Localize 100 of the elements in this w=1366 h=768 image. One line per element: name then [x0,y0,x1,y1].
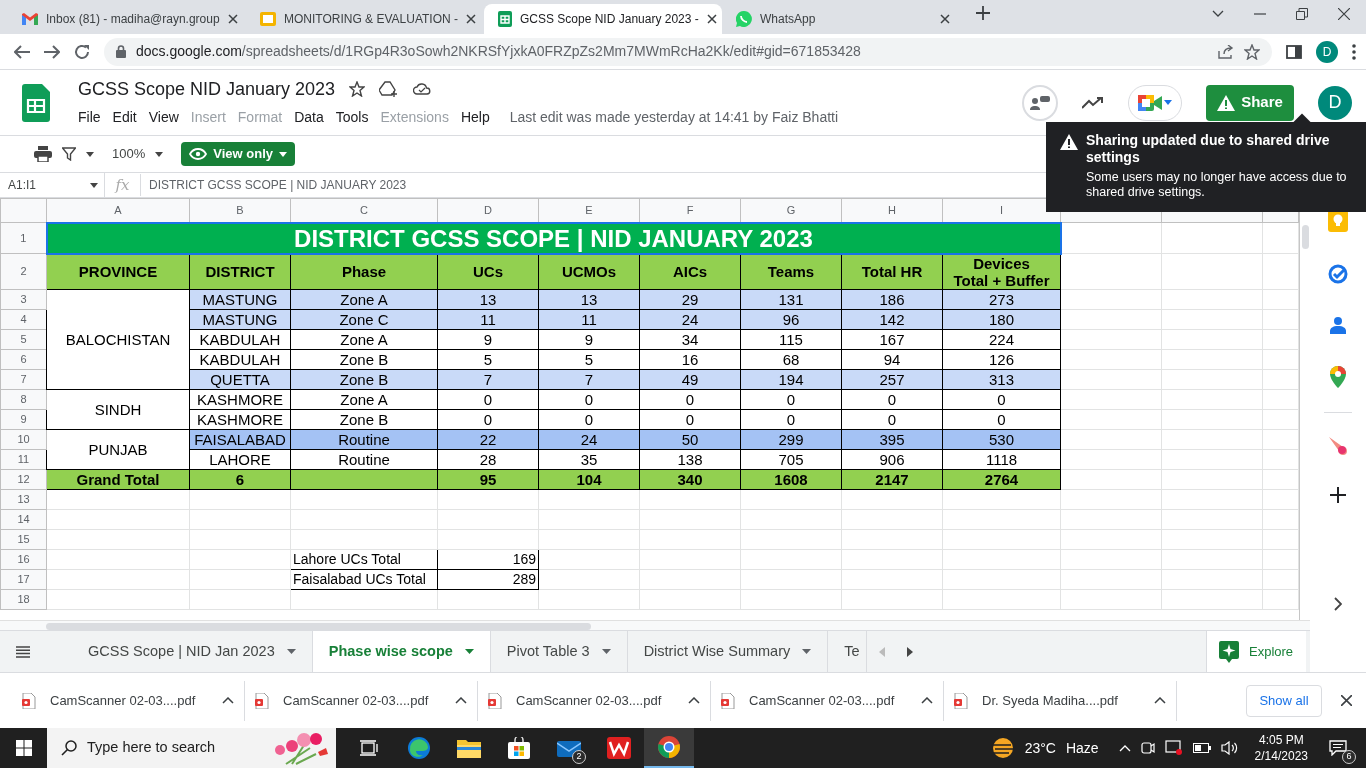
cloud-icon[interactable] [413,83,432,95]
column-header[interactable]: H [841,198,943,223]
person-icon[interactable] [1330,316,1346,334]
menu-item[interactable]: Edit [106,104,143,130]
windows-start-icon[interactable] [16,740,32,756]
address-bar[interactable]: docs.google.com/spreadsheets/d/1RGp4R3oSowh2NKRSfYjxkA0FRZpZs2Mm7MWmRcHa2Kk/edit#gid=671853428 [104,37,1272,66]
comments-button[interactable] [1022,84,1058,121]
reload-icon[interactable] [74,43,90,60]
document-title[interactable]: GCSS Scope NID January 2023 [78,75,336,103]
row-header[interactable]: 14 [0,509,47,530]
close-icon[interactable] [466,14,477,24]
sheet-tab[interactable]: District Wise Summary [627,631,829,672]
comet-icon[interactable] [1329,437,1347,455]
browser-tab[interactable]: GCSS Scope NID January 2023 - [484,4,722,34]
menu-item[interactable]: File [72,104,107,130]
sheet-tab[interactable]: Te [828,631,867,672]
notifications-icon[interactable] [1329,740,1347,756]
column-header[interactable]: D [437,198,539,223]
menu-item[interactable]: Data [288,104,330,130]
meet-button[interactable] [1128,84,1182,121]
row-header[interactable]: 15 [0,529,47,550]
column-header[interactable]: F [639,198,741,223]
menu-item[interactable]: Help [454,104,496,130]
edge-browser-icon[interactable] [407,736,431,760]
display-icon[interactable] [1164,740,1183,756]
close-icon[interactable] [940,14,950,24]
restore-icon[interactable] [1296,8,1308,20]
account-avatar[interactable]: D [1318,85,1352,120]
chevron-up-icon[interactable] [222,697,234,704]
chevron-up-icon[interactable] [455,697,467,704]
chevron-up-icon[interactable] [688,697,700,704]
row-header[interactable]: 11 [0,449,47,470]
row-header[interactable]: 5 [0,329,47,350]
clock[interactable]: 4:05 PM 2/14/2023 [1254,732,1308,764]
row-header[interactable]: 16 [0,549,47,570]
task-view-icon[interactable] [360,740,378,756]
close-icon[interactable] [706,14,717,24]
row-header[interactable]: 8 [0,389,47,410]
map-pin-icon[interactable] [1330,366,1346,388]
row-header[interactable]: 4 [0,309,47,330]
chevron-down-icon[interactable] [1212,10,1224,18]
mail-app-icon[interactable] [557,739,581,757]
close-icon[interactable] [227,14,238,24]
chevron-up-icon[interactable] [1154,697,1166,704]
explore-button[interactable]: Explore [1206,631,1306,672]
chevron-up-icon[interactable] [921,697,933,704]
side-panel-icon[interactable] [1286,44,1302,59]
row-header[interactable]: 7 [0,369,47,390]
row-header[interactable]: 2 [0,253,47,290]
view-only-button[interactable]: View only [181,142,295,166]
caret-icon[interactable] [86,151,94,157]
row-header[interactable]: 6 [0,349,47,370]
column-header[interactable]: C [290,198,438,223]
column-header[interactable]: I [942,198,1061,223]
scroll-right-icon[interactable] [906,646,913,657]
row-header[interactable]: 12 [0,469,47,490]
last-edit-link[interactable]: Last edit was made yesterday at 14:41 by Faiz Bhatti [509,106,839,128]
close-icon[interactable] [1338,8,1350,20]
download-item[interactable]: CamScanner 02-03....pdf [711,680,944,721]
sheet-tab[interactable]: GCSS Scope | NID Jan 2023 [72,631,313,672]
share-button[interactable]: Share [1206,84,1294,121]
row-header[interactable]: 18 [0,589,47,610]
office-app-icon[interactable] [607,737,631,759]
column-header[interactable]: G [740,198,842,223]
row-header[interactable]: 17 [0,569,47,590]
sheets-logo[interactable] [22,83,50,122]
checkmark-icon[interactable] [1328,264,1348,284]
column-header[interactable]: B [189,198,291,223]
star-icon[interactable] [1244,43,1260,60]
sheet-tab[interactable]: Pivot Table 3 [490,631,628,672]
name-box[interactable]: A1:I1 [0,173,105,197]
lightbulb-icon[interactable] [1328,210,1348,232]
download-item[interactable]: CamScanner 02-03....pdf [12,680,245,721]
menu-item[interactable]: View [142,104,185,130]
chrome-browser-icon[interactable] [657,735,681,759]
row-header[interactable]: 10 [0,429,47,450]
caret-icon[interactable] [90,182,98,188]
formula-input[interactable]: DISTRICT GCSS SCOPE | NID JANUARY 2023 [141,176,407,194]
folder-icon[interactable] [457,738,481,758]
column-header[interactable]: A [46,198,190,223]
taskbar-search-field[interactable]: Type here to search [47,728,336,768]
row-header[interactable]: 9 [0,409,47,430]
row-header[interactable]: 13 [0,489,47,510]
chevron-right-icon[interactable] [1334,597,1342,611]
battery-icon[interactable] [1192,743,1211,753]
trend-icon[interactable] [1082,96,1104,109]
store-icon[interactable] [508,737,530,759]
zoom-level[interactable]: 100% [112,144,146,164]
download-item[interactable]: CamScanner 02-03....pdf [478,680,711,721]
caret-icon[interactable] [155,151,164,157]
browser-tab[interactable]: MONITORING & EVALUATION - [246,4,484,34]
plus-icon[interactable] [1330,487,1346,503]
more-icon[interactable] [1352,43,1356,60]
speaker-icon[interactable] [1220,741,1239,755]
print-icon[interactable] [34,146,52,162]
download-item[interactable]: CamScanner 02-03....pdf [245,680,478,721]
scrollbar[interactable] [0,620,1310,630]
download-item[interactable]: Dr. Syeda Madiha....pdf [944,680,1177,721]
back-icon[interactable] [14,44,30,59]
sheet-tab[interactable]: Phase wise scope [312,631,491,672]
